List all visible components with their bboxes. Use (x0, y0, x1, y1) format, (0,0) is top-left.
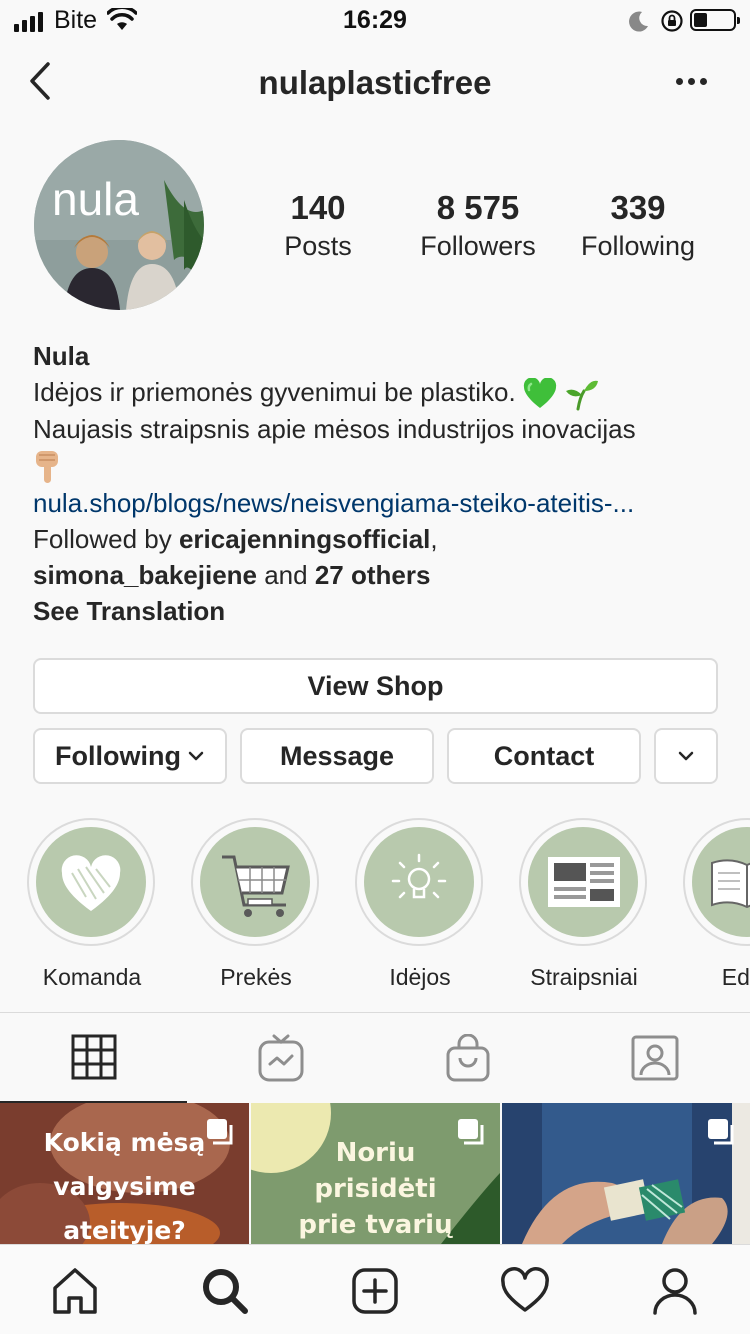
story-highlight[interactable]: Prekės (191, 818, 321, 991)
igtv-icon (258, 1034, 303, 1082)
orientation-lock-icon (661, 10, 683, 32)
post-caption-line: valgysime (53, 1172, 196, 1201)
bottom-navigation (0, 1244, 750, 1334)
profile-bio: Nula Idėjos ir priemonės gyvenimui be pl… (33, 338, 723, 629)
pointing-down-hand-icon (36, 451, 58, 484)
lightbulb-icon (391, 853, 447, 899)
post-caption-line: Kokią mėsą (43, 1128, 206, 1157)
nav-activity[interactable] (497, 1263, 553, 1319)
posts-count[interactable]: 140 Posts (238, 188, 398, 264)
bio-line-3 (33, 447, 723, 485)
status-bar: Bite 16:29 (0, 0, 750, 42)
highlight-label: Idėjos (389, 964, 451, 990)
story-highlight[interactable]: Straipsniai (519, 818, 649, 991)
book-icon (711, 859, 750, 909)
tab-posts-grid[interactable] (0, 1013, 187, 1103)
post-thumbnail[interactable] (502, 1103, 750, 1244)
followers-count-value: 8 575 (436, 189, 520, 226)
followers-count[interactable]: 8 575 Followers (398, 188, 558, 264)
avatar[interactable]: nula (34, 140, 204, 310)
profile-display-name: Nula (33, 341, 90, 371)
followed-by-comma: , (430, 524, 438, 555)
post-caption-line: prie tvarių (298, 1210, 453, 1240)
do-not-disturb-icon (629, 11, 648, 32)
contact-button[interactable]: Contact (447, 728, 641, 784)
following-label: Following (55, 740, 181, 771)
multiple-posts-icon (708, 1119, 734, 1145)
tab-tagged[interactable] (561, 1013, 748, 1103)
search-icon (203, 1269, 248, 1314)
followed-by-others-link[interactable]: 27 others (315, 560, 431, 590)
posts-count-label: Posts (284, 231, 352, 261)
nav-new-post[interactable] (347, 1263, 403, 1319)
shopping-cart-icon (222, 855, 290, 917)
bio-website-link[interactable]: nula.shop/blogs/news/neisvengiama-steiko… (33, 485, 718, 521)
followed-by-user-link[interactable]: ericajenningsofficial (179, 524, 430, 554)
green-heart-icon (523, 378, 557, 409)
post-thumbnail[interactable]: Noriu prisidėti prie tvarių (251, 1103, 500, 1244)
message-label: Message (279, 740, 395, 771)
more-options-icon[interactable] (676, 78, 707, 85)
heart-icon (61, 855, 121, 911)
posts-count-value: 140 (290, 189, 346, 226)
following-count-value: 339 (610, 189, 666, 226)
highlight-label: Eduk (721, 964, 750, 990)
tab-igtv[interactable] (187, 1013, 374, 1103)
tagged-icon (631, 1035, 678, 1081)
profile-icon (653, 1268, 697, 1315)
post-caption-line: ateityje? (63, 1216, 186, 1244)
highlight-label: Prekės (220, 964, 292, 990)
profile-username: nulaplasticfree (258, 64, 492, 101)
view-shop-button[interactable]: View Shop (33, 658, 718, 714)
contact-label: Contact (493, 740, 595, 771)
story-highlight[interactable]: Eduk (683, 818, 750, 991)
post-caption-line: Noriu (335, 1138, 416, 1168)
grid-icon (71, 1034, 116, 1080)
nav-search[interactable] (197, 1263, 253, 1319)
followed-by-line-1: Followed by ericajenningsofficial, (33, 521, 723, 557)
bio-line-2: Naujasis straipsnis apie mėsos industrij… (33, 414, 636, 445)
followed-by-prefix: Followed by (33, 524, 179, 555)
see-translation-link[interactable]: See Translation (33, 593, 723, 629)
shop-bag-icon (446, 1034, 489, 1082)
profile-tabs (0, 1012, 750, 1103)
story-highlight[interactable]: Idėjos (355, 818, 485, 991)
highlight-label: Straipsniai (530, 964, 638, 990)
followers-count-label: Followers (420, 231, 536, 261)
chevron-down-icon (678, 751, 694, 761)
seedling-icon (566, 380, 599, 411)
activity-heart-icon (501, 1267, 549, 1312)
followed-by-user-link[interactable]: simona_bakejiene (33, 560, 257, 590)
avatar-logo-text: nula (52, 173, 139, 225)
bio-line-1-text: Idėjos ir priemonės gyvenimui be plastik… (33, 377, 516, 407)
bio-line-1: Idėjos ir priemonės gyvenimui be plastik… (33, 374, 723, 411)
following-button[interactable]: Following (33, 728, 227, 784)
new-post-icon (352, 1268, 398, 1314)
nav-profile[interactable] (647, 1263, 703, 1319)
followed-by-and: and (257, 560, 315, 591)
post-thumbnail[interactable]: Kokią mėsą valgysime ateityje? (0, 1103, 249, 1244)
tab-shop[interactable] (374, 1013, 561, 1103)
highlight-label: Komanda (42, 964, 142, 990)
view-shop-label: View Shop (307, 670, 444, 701)
suggested-accounts-button[interactable] (654, 728, 718, 784)
battery-icon (690, 9, 740, 31)
home-icon (53, 1268, 97, 1314)
message-button[interactable]: Message (240, 728, 434, 784)
post-caption-line: prisidėti (314, 1174, 437, 1204)
chevron-down-icon (188, 751, 204, 761)
followed-by-line-2: simona_bakejiene and 27 others (33, 557, 723, 593)
nav-home[interactable] (47, 1263, 103, 1319)
following-count-label: Following (580, 231, 696, 261)
following-count[interactable]: 339 Following (558, 188, 718, 264)
story-highlight[interactable]: Komanda (27, 818, 157, 991)
newspaper-icon (548, 857, 620, 907)
